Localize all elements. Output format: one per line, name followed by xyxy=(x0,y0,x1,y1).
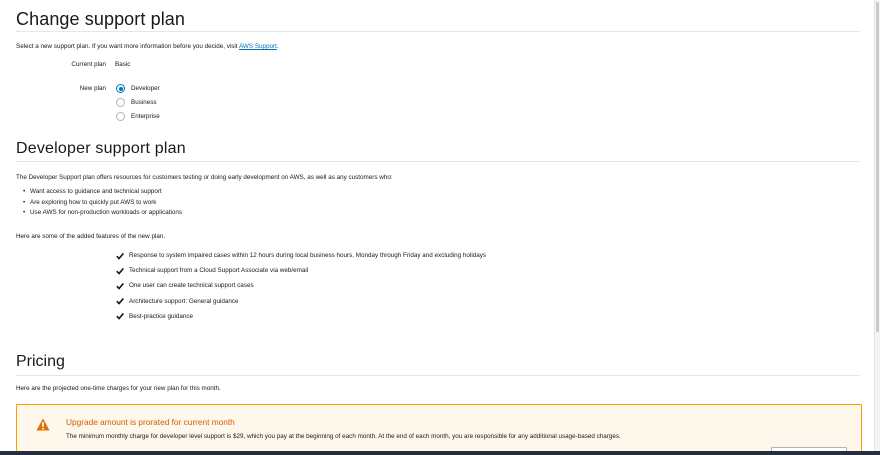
aws-support-link[interactable]: AWS Support xyxy=(239,43,277,50)
plan-option-label: Business xyxy=(131,99,157,106)
change-plan-intro: Select a new support plan. If you want m… xyxy=(16,43,279,50)
footer-bar xyxy=(0,451,880,455)
checkmark-icon xyxy=(116,267,124,275)
list-item: Want access to guidance and technical su… xyxy=(23,187,182,198)
feature-item: One user can create technical support ca… xyxy=(116,278,486,293)
plan-option-business[interactable]: Business xyxy=(116,97,157,108)
divider xyxy=(16,375,860,376)
alert-text: The minimum monthly charge for developer… xyxy=(66,433,621,440)
plan-option-enterprise[interactable]: Enterprise xyxy=(116,111,160,122)
pricing-heading: Pricing xyxy=(16,353,65,370)
checkmark-icon xyxy=(116,252,124,260)
new-plan-label: New plan xyxy=(79,85,106,92)
plan-option-developer[interactable]: Developer xyxy=(116,83,160,94)
warning-icon xyxy=(36,418,50,431)
intro-text: Select a new support plan. If you want m… xyxy=(16,43,239,50)
radio-button-selected[interactable] xyxy=(116,84,125,93)
checkmark-icon xyxy=(116,313,124,321)
alert-title: Upgrade amount is prorated for current m… xyxy=(66,417,235,427)
feature-list: Response to system impaired cases within… xyxy=(116,248,486,324)
prorated-alert: Upgrade amount is prorated for current m… xyxy=(16,404,862,451)
developer-plan-description: The Developer Support plan offers resour… xyxy=(16,174,393,181)
feature-text: Best-practice guidance xyxy=(129,312,194,320)
change-plan-heading: Change support plan xyxy=(16,9,186,29)
current-plan-label: Current plan xyxy=(71,61,106,68)
radio-button[interactable] xyxy=(116,98,125,107)
feature-text: Architecture support: General guidance xyxy=(129,297,239,305)
list-item: Are exploring how to quickly put AWS to … xyxy=(23,198,182,209)
radio-button[interactable] xyxy=(116,112,125,121)
feature-text: One user can create technical support ca… xyxy=(129,282,254,290)
feature-text: Response to system impaired cases within… xyxy=(129,252,487,260)
feature-item: Technical support from a Cloud Support A… xyxy=(116,263,486,278)
plan-option-label: Enterprise xyxy=(131,113,160,120)
divider xyxy=(16,161,860,162)
support-plan-page: Change support plan Select a new support… xyxy=(0,0,874,451)
checkmark-icon xyxy=(116,282,124,290)
added-features-text: Here are some of the added features of t… xyxy=(16,233,166,240)
intro-end: . xyxy=(276,43,279,50)
developer-plan-heading: Developer support plan xyxy=(16,140,186,157)
feature-text: Technical support from a Cloud Support A… xyxy=(129,267,309,275)
plan-option-label: Developer xyxy=(131,85,160,92)
feature-item: Architecture support: General guidance xyxy=(116,294,486,309)
pricing-intro: Here are the projected one-time charges … xyxy=(16,385,221,392)
divider xyxy=(16,31,860,32)
vertical-scrollbar[interactable] xyxy=(874,0,880,451)
current-plan-value: Basic xyxy=(115,61,131,68)
developer-bullet-list: Want access to guidance and technical su… xyxy=(23,187,182,219)
feature-item: Response to system impaired cases within… xyxy=(116,248,486,263)
list-item: Use AWS for non-production workloads or … xyxy=(23,208,182,219)
scrollbar-thumb[interactable] xyxy=(876,2,879,332)
checkmark-icon xyxy=(116,298,124,305)
feature-item: Best-practice guidance xyxy=(116,309,486,324)
